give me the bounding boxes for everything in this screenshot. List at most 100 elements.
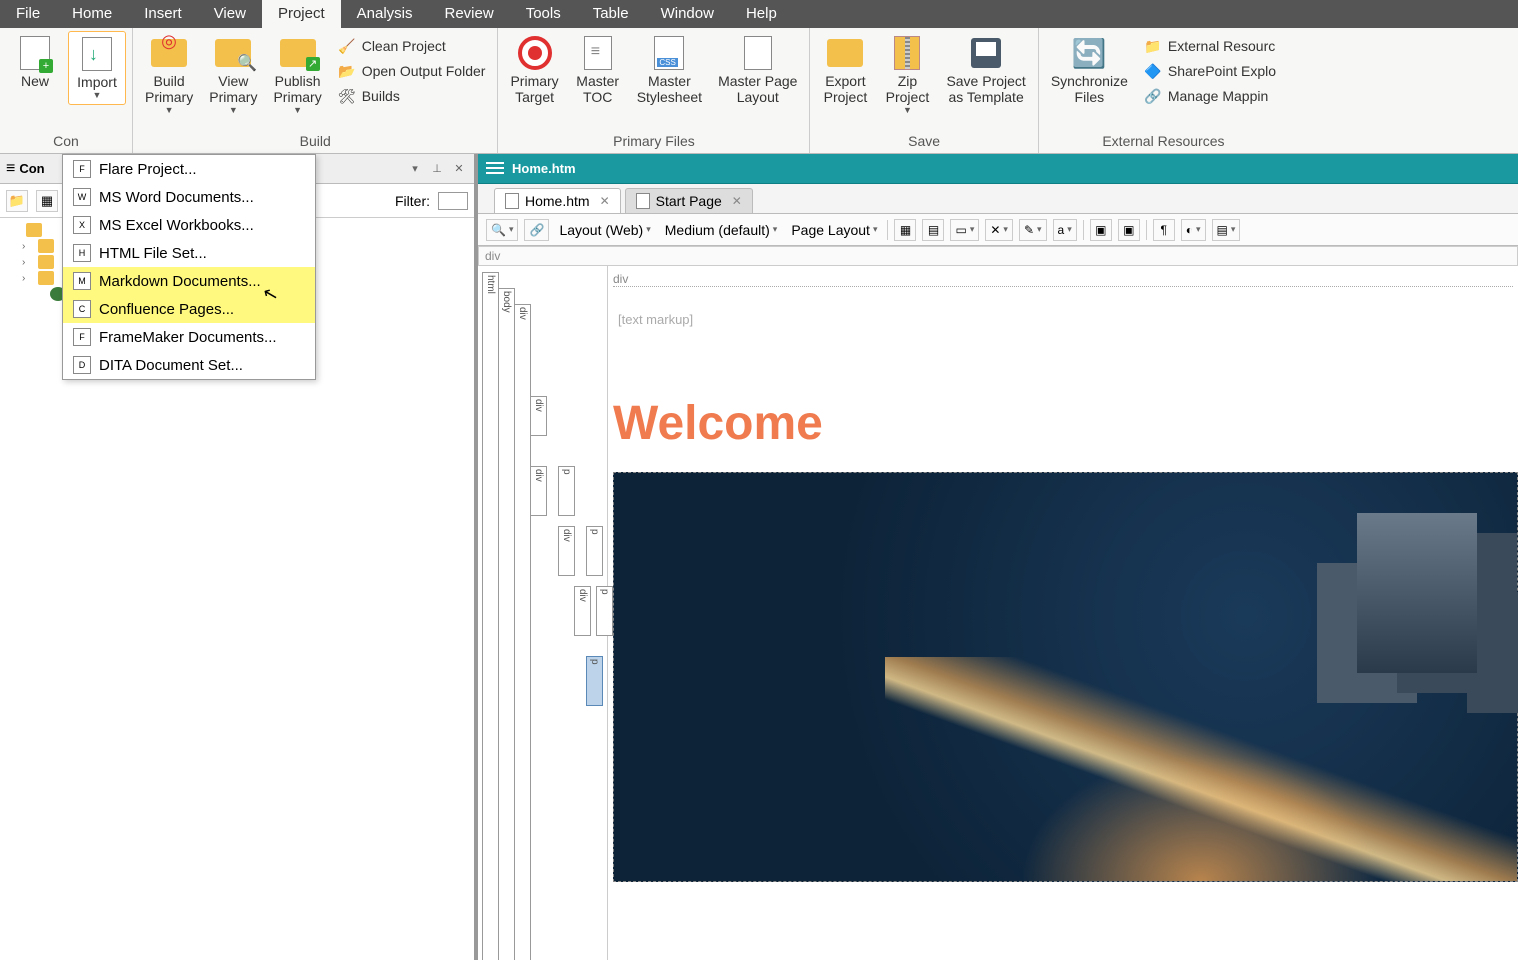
tag-div[interactable]: div	[514, 304, 531, 960]
builds-button[interactable]: 🛠Builds	[332, 85, 492, 107]
html-icon: H	[73, 244, 91, 262]
new-page-icon	[15, 35, 55, 71]
tool-d-icon[interactable]: ✕	[985, 219, 1013, 241]
new-label: New	[21, 73, 49, 89]
excel-icon: X	[73, 216, 91, 234]
new-button[interactable]: New	[6, 31, 64, 93]
export-project-button[interactable]: Export Project	[816, 31, 874, 109]
menu-home[interactable]: Home	[56, 0, 128, 28]
tag-divp[interactable]: div	[558, 526, 575, 576]
synchronize-files-button[interactable]: 🔄Synchronize Files	[1045, 31, 1134, 109]
tool-b-icon[interactable]: ▤	[922, 219, 944, 241]
tag-p[interactable]: p	[586, 526, 603, 576]
tab-home[interactable]: Home.htm✕	[494, 188, 621, 213]
primary-target-button[interactable]: Primary Target	[504, 31, 564, 109]
tag-divp[interactable]: div	[530, 466, 547, 516]
page-layout-dropdown[interactable]: Page Layout	[787, 219, 881, 241]
tool-f-icon[interactable]: a	[1053, 219, 1077, 241]
document-canvas[interactable]: div [text markup] Welcome	[608, 266, 1518, 960]
menu-bar: File Home Insert View Project Analysis R…	[0, 0, 1518, 28]
master-toc-button[interactable]: Master TOC	[569, 31, 627, 109]
view-primary-button[interactable]: View Primary ▼	[203, 31, 263, 119]
tab-start-page[interactable]: Start Page✕	[625, 188, 753, 213]
paragraph-marks-icon[interactable]: ¶	[1153, 219, 1175, 241]
save-template-button[interactable]: Save Project as Template	[940, 31, 1031, 109]
toc-icon	[578, 35, 618, 71]
hero-image[interactable]	[613, 472, 1518, 882]
medium-dropdown[interactable]: Medium (default)	[661, 219, 782, 241]
publish-primary-button[interactable]: Publish Primary ▼	[267, 31, 327, 119]
menu-window[interactable]: Window	[645, 0, 730, 28]
import-framemaker[interactable]: FFrameMaker Documents...	[63, 323, 315, 351]
menu-view[interactable]: View	[198, 0, 262, 28]
tag-html[interactable]: html	[482, 272, 499, 960]
close-icon[interactable]: ✕	[450, 160, 468, 178]
menu-help[interactable]: Help	[730, 0, 793, 28]
menu-insert[interactable]: Insert	[128, 0, 198, 28]
div-label: div	[613, 272, 1513, 287]
editor-pane: Home.htm Home.htm✕ Start Page✕ 🔍 🔗 Layou…	[478, 154, 1518, 960]
tool-a-icon[interactable]: ▦	[894, 219, 916, 241]
menu-project[interactable]: Project	[262, 0, 341, 28]
tool-show-files-icon[interactable]: ▦	[36, 190, 58, 212]
import-dd-icon: ▼	[93, 90, 102, 100]
filter-dropdown[interactable]	[438, 192, 468, 210]
sharepoint-button[interactable]: 🔷SharePoint Explo	[1138, 60, 1282, 82]
tag-p-selected[interactable]: p	[586, 656, 603, 706]
link-button[interactable]: 🔗	[524, 219, 549, 241]
tool-c-icon[interactable]: ▭	[950, 219, 979, 241]
master-page-layout-button[interactable]: Master Page Layout	[712, 31, 803, 109]
close-tab-icon[interactable]: ✕	[732, 194, 742, 208]
manage-mappings-button[interactable]: 🔗Manage Mappin	[1138, 85, 1282, 107]
menu-review[interactable]: Review	[429, 0, 510, 28]
close-tab-icon[interactable]: ✕	[600, 194, 610, 208]
file-icon	[636, 193, 650, 209]
export-icon	[825, 35, 865, 71]
import-dita[interactable]: DDITA Document Set...	[63, 351, 315, 379]
group-content-label: Con	[6, 131, 126, 153]
import-flare-project[interactable]: FFlare Project...	[63, 155, 315, 183]
menu-table[interactable]: Table	[577, 0, 645, 28]
tag-divp[interactable]: div	[574, 586, 591, 636]
tool-g-icon[interactable]: ▣	[1090, 219, 1112, 241]
tag-body[interactable]: body	[498, 288, 515, 960]
sync-icon: 🔄	[1069, 35, 1109, 71]
group-external-label: External Resources	[1045, 131, 1282, 153]
menu-analysis[interactable]: Analysis	[341, 0, 429, 28]
tool-folder-icon[interactable]: 📁	[6, 190, 28, 212]
import-word[interactable]: WMS Word Documents...	[63, 183, 315, 211]
open-output-button[interactable]: 📂Open Output Folder	[332, 60, 492, 82]
pin-icon[interactable]: ⊥	[428, 160, 446, 178]
filter-label: Filter:	[395, 193, 430, 209]
publish-icon	[278, 35, 318, 71]
tag-div[interactable]: div	[530, 396, 547, 436]
page-heading[interactable]: Welcome	[613, 396, 823, 451]
pane-menu-icon[interactable]: ▾	[406, 160, 424, 178]
menu-tools[interactable]: Tools	[510, 0, 577, 28]
tag-p[interactable]: p	[558, 466, 575, 516]
import-button[interactable]: Import ▼	[68, 31, 126, 105]
layout-dropdown[interactable]: Layout (Web)	[555, 219, 654, 241]
external-resources-button[interactable]: 📁External Resourc	[1138, 35, 1282, 57]
master-stylesheet-button[interactable]: Master Stylesheet	[631, 31, 708, 109]
tool-h-icon[interactable]: ▣	[1118, 219, 1140, 241]
clean-project-button[interactable]: 🧹Clean Project	[332, 35, 492, 57]
document-title: Home.htm	[512, 161, 576, 176]
build-primary-button[interactable]: Build Primary ▼	[139, 31, 199, 119]
import-html[interactable]: HHTML File Set...	[63, 239, 315, 267]
file-icon	[505, 193, 519, 209]
dita-icon: D	[73, 356, 91, 374]
hamburger-icon[interactable]	[486, 162, 504, 176]
zoom-button[interactable]: 🔍	[486, 219, 518, 241]
flare-project-icon: F	[73, 160, 91, 178]
tool-e-icon[interactable]: ✎	[1019, 219, 1047, 241]
content-explorer-pane: ≡ Con ▾ ⊥ ✕ 📁 ▦ ⊞ ⊟ ↻ ↑ ✚ ✔ Filter: › › …	[0, 154, 478, 960]
tool-j-icon[interactable]: ▤	[1212, 219, 1241, 241]
zip-project-button[interactable]: Zip Project▼	[878, 31, 936, 119]
ribbon: New Import ▼ Con Build Primary ▼ View Pr…	[0, 28, 1518, 154]
import-icon	[77, 36, 117, 72]
tool-i-icon[interactable]: ◐	[1181, 219, 1206, 241]
import-excel[interactable]: XMS Excel Workbooks...	[63, 211, 315, 239]
hamburger-icon[interactable]: ≡	[6, 160, 15, 178]
menu-file[interactable]: File	[0, 0, 56, 28]
